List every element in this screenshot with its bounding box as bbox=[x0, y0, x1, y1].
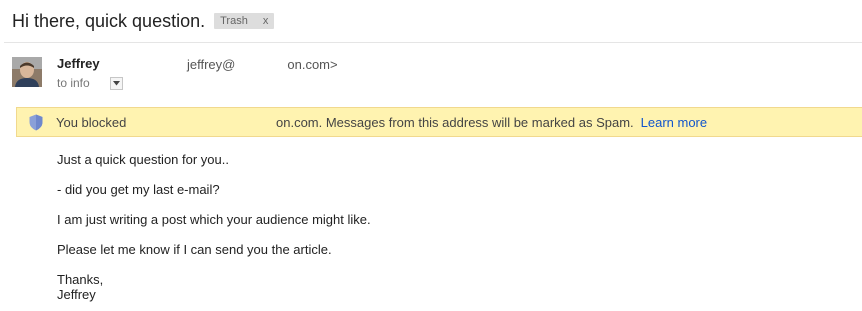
avatar-photo-icon bbox=[12, 57, 42, 87]
remove-label-button[interactable]: x bbox=[263, 15, 269, 27]
blocked-sender-banner: You blocked on.com. Messages from this a… bbox=[16, 107, 862, 137]
body-line-1: Just a quick question for you.. bbox=[57, 152, 229, 167]
body-line-3: I am just writing a post which your audi… bbox=[57, 212, 371, 227]
signature-block: Thanks, Jeffrey bbox=[57, 272, 103, 302]
banner-message-end: on.com. Messages from this address will … bbox=[276, 115, 707, 130]
sender-email-end: on.com> bbox=[287, 57, 338, 72]
subject-row: Hi there, quick question. Trash x bbox=[12, 9, 275, 33]
chevron-down-icon bbox=[112, 80, 120, 85]
sender-email: jeffrey@ on.com> bbox=[187, 57, 338, 72]
recipient-to: to info bbox=[57, 76, 90, 90]
banner-message-start: You blocked bbox=[56, 115, 127, 130]
shield-icon bbox=[29, 114, 43, 131]
signature-name: Jeffrey bbox=[57, 287, 96, 302]
sender-email-start: jeffrey@ bbox=[187, 57, 236, 72]
sender-name[interactable]: Jeffrey bbox=[57, 56, 100, 71]
body-line-4: Please let me know if I can send you the… bbox=[57, 242, 332, 257]
closing-line: Thanks, bbox=[57, 272, 104, 287]
details-dropdown-button[interactable] bbox=[109, 76, 123, 90]
header-divider bbox=[4, 42, 862, 43]
banner-message-text: on.com. Messages from this address will … bbox=[276, 115, 634, 130]
recipient-line: to info bbox=[57, 76, 123, 90]
sender-avatar[interactable] bbox=[12, 57, 42, 87]
label-name: Trash bbox=[220, 15, 248, 27]
label-chip-trash[interactable]: Trash x bbox=[214, 13, 275, 29]
email-subject: Hi there, quick question. bbox=[12, 10, 206, 31]
body-line-2: - did you get my last e-mail? bbox=[57, 182, 220, 197]
learn-more-link[interactable]: Learn more bbox=[641, 115, 707, 130]
